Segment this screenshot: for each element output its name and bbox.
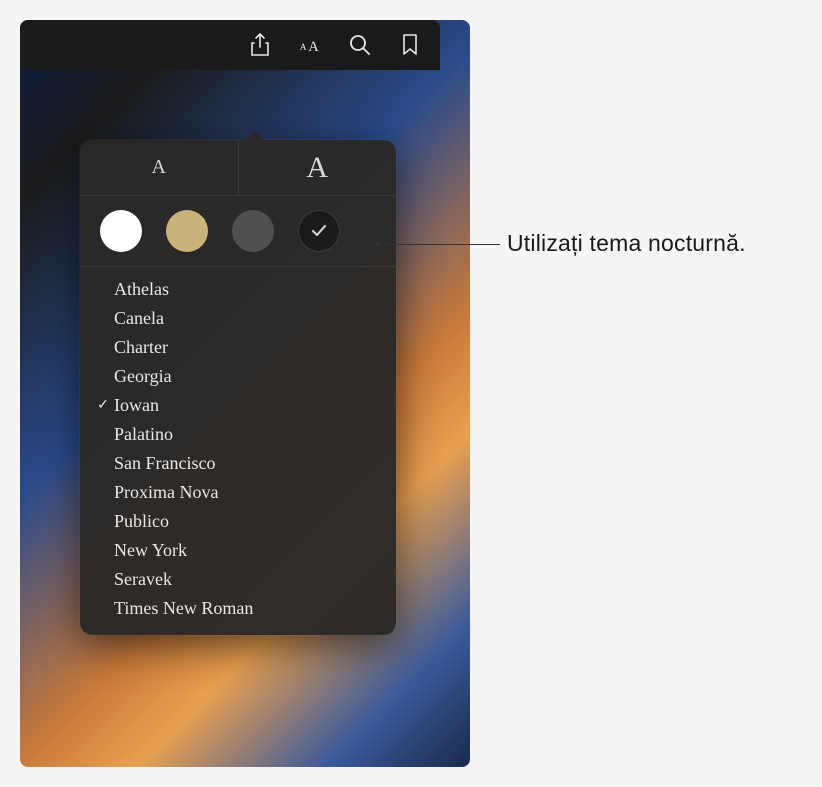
- font-label: San Francisco: [114, 453, 215, 474]
- theme-sepia-button[interactable]: [166, 210, 208, 252]
- font-label: Canela: [114, 308, 164, 329]
- checkmark-icon: [310, 222, 328, 240]
- font-item[interactable]: New York: [80, 536, 396, 565]
- theme-selector-row: [80, 196, 396, 267]
- font-item[interactable]: Canela: [80, 304, 396, 333]
- font-item[interactable]: Palatino: [80, 420, 396, 449]
- font-item[interactable]: Publico: [80, 507, 396, 536]
- large-a-label: A: [306, 151, 328, 185]
- font-size-controls: A A: [80, 140, 396, 196]
- font-item[interactable]: ✓ Iowan: [80, 391, 396, 420]
- callout-leader-line: [378, 244, 500, 245]
- font-label: Palatino: [114, 424, 173, 445]
- font-label: Georgia: [114, 366, 172, 387]
- font-label: Iowan: [114, 395, 159, 416]
- font-label: Proxima Nova: [114, 482, 218, 503]
- font-item[interactable]: Charter: [80, 333, 396, 362]
- appearance-icon[interactable]: A A: [298, 33, 322, 57]
- popover-arrow: [245, 131, 265, 141]
- search-icon[interactable]: [348, 33, 372, 57]
- font-label: Athelas: [114, 279, 169, 300]
- font-item[interactable]: Georgia: [80, 362, 396, 391]
- font-item[interactable]: Athelas: [80, 275, 396, 304]
- checkmark-icon: ✓: [92, 397, 114, 414]
- theme-white-button[interactable]: [100, 210, 142, 252]
- theme-gray-button[interactable]: [232, 210, 274, 252]
- app-toolbar: A A: [20, 20, 440, 70]
- font-item[interactable]: Proxima Nova: [80, 478, 396, 507]
- font-item[interactable]: San Francisco: [80, 449, 396, 478]
- svg-text:A: A: [300, 43, 307, 53]
- share-icon[interactable]: [248, 33, 272, 57]
- callout-text: Utilizați tema nocturnă.: [507, 230, 746, 257]
- theme-night-button[interactable]: [298, 210, 340, 252]
- font-list: Athelas Canela Charter Georgia ✓ Iowan P…: [80, 267, 396, 623]
- bookmark-icon[interactable]: [398, 33, 422, 57]
- svg-text:A: A: [308, 39, 319, 55]
- font-label: New York: [114, 540, 187, 561]
- font-label: Seravek: [114, 569, 172, 590]
- font-item[interactable]: Times New Roman: [80, 594, 396, 623]
- font-label: Charter: [114, 337, 168, 358]
- appearance-popover: A A Athelas Canela Charter Geo: [80, 140, 396, 635]
- small-a-label: A: [152, 156, 166, 179]
- decrease-font-button[interactable]: A: [80, 140, 239, 195]
- font-label: Times New Roman: [114, 598, 253, 619]
- font-item[interactable]: Seravek: [80, 565, 396, 594]
- increase-font-button[interactable]: A: [239, 140, 397, 195]
- font-label: Publico: [114, 511, 169, 532]
